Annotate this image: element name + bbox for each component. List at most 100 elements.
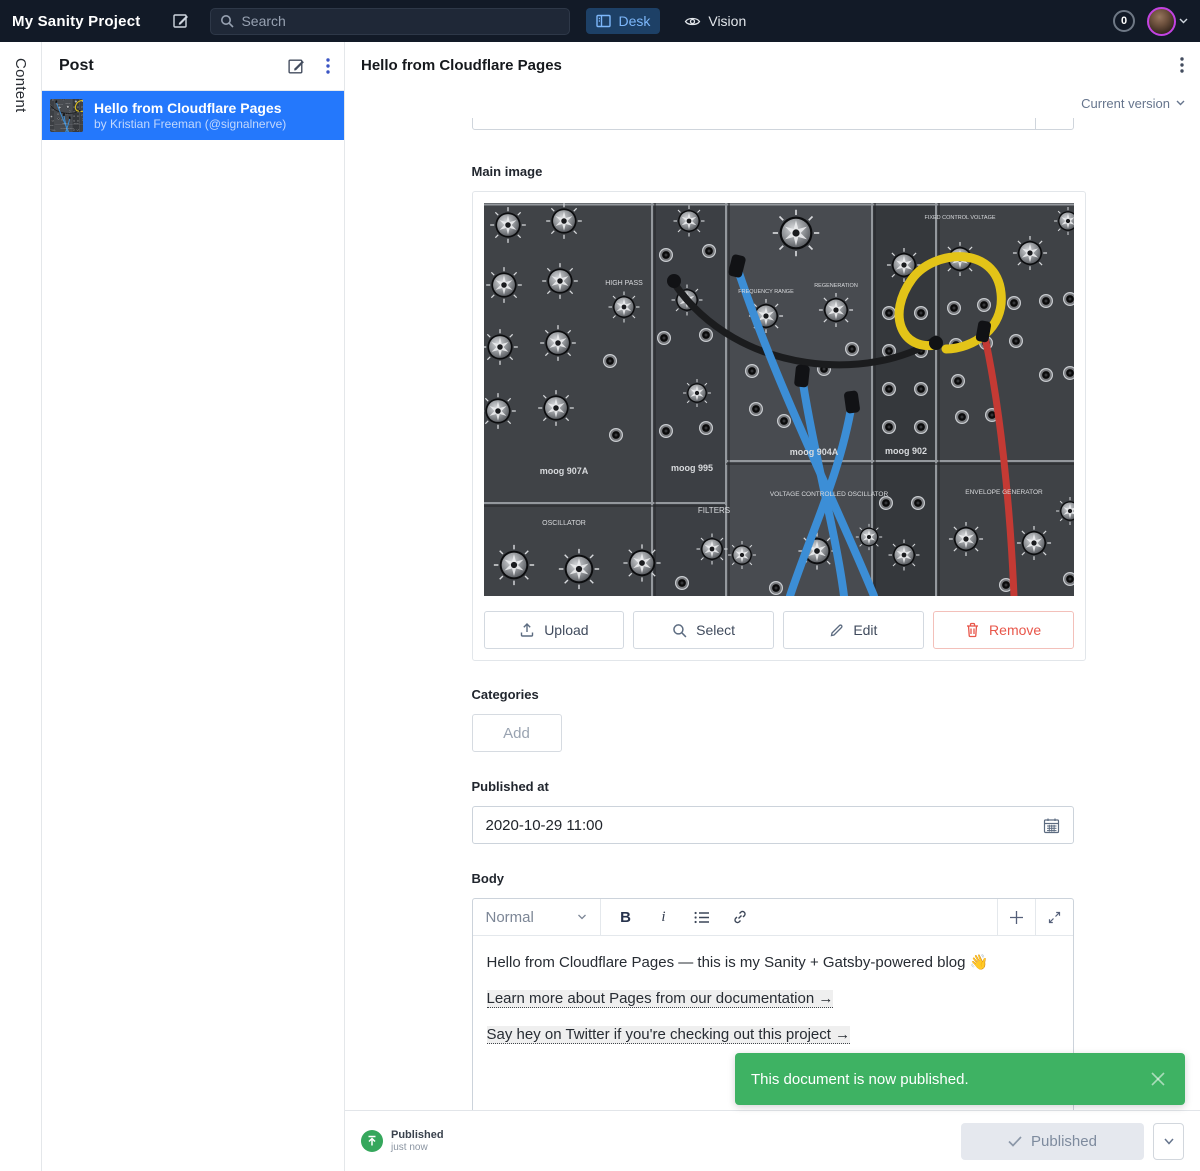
publish-actions-menu-button[interactable] [1153,1123,1184,1160]
post-list-pane: Post [42,42,345,1171]
bullet-list-button[interactable] [685,902,719,932]
plus-icon [1009,910,1024,925]
italic-button[interactable]: i [647,902,681,932]
tab-desk-label: Desk [618,13,650,29]
select-label: Select [696,622,735,638]
close-icon [1149,1070,1167,1088]
tab-vision[interactable]: Vision [674,8,756,34]
slug-field-clipped [472,118,1074,130]
link-button[interactable] [723,902,757,932]
user-menu-chevron-icon [1179,18,1188,24]
document-footer: Published just now Published [345,1110,1200,1171]
toast-message: This document is now published. [751,1071,1147,1088]
field-label: Published at [472,779,1074,794]
bold-button[interactable]: B [609,902,643,932]
publish-button[interactable]: Published [961,1123,1144,1160]
sanity-studio-app: My Sanity Project [0,0,1200,1171]
eye-icon [684,15,701,28]
post-item-subtitle: by Kristian Freeman (@signalnerve) [94,117,286,132]
post-item-title: Hello from Cloudflare Pages [94,100,286,117]
publish-toast: This document is now published. [735,1053,1185,1105]
editor-toolbar: Normal B i [473,899,1073,936]
tab-desk[interactable]: Desk [586,8,660,34]
slug-input[interactable] [472,118,1074,130]
upload-icon [519,622,535,638]
edit-label: Edit [853,622,877,638]
italic-glyph: i [661,909,665,926]
bullet-list-icon [694,911,710,924]
body-paragraph: Learn more about Pages from our document… [487,988,1059,1009]
chevron-down-icon [577,914,587,920]
published-at-input-wrap [472,806,1074,844]
remove-label: Remove [989,622,1041,638]
image-actions: Upload Select [484,611,1074,649]
document-scroll-area[interactable]: Main image Upload [345,118,1200,1110]
link-icon [732,909,748,925]
global-search[interactable] [210,8,570,35]
content-rail[interactable]: Content [0,42,42,1171]
vertical-dots-icon [1180,57,1184,73]
toast-close-button[interactable] [1147,1068,1169,1090]
vertical-dots-icon [326,58,330,74]
notifications-count: 0 [1121,15,1127,27]
tab-vision-label: Vision [708,13,746,29]
create-post-button[interactable] [287,57,306,76]
document-pane: Hello from Cloudflare Pages Current vers… [345,42,1200,1171]
field-categories: Categories Add [472,687,1074,752]
pane-title: Post [59,57,287,75]
tool-tabs: Desk Vision [586,8,756,34]
field-main-image: Main image Upload [472,164,1074,661]
expand-icon [1048,911,1061,924]
notifications-badge[interactable]: 0 [1113,10,1135,32]
body-paragraph[interactable]: Hello from Cloudflare Pages — this is my… [487,952,1059,973]
check-icon [1008,1136,1022,1147]
published-at-input[interactable] [486,817,1033,834]
post-list-item-selected[interactable]: Hello from Cloudflare Pages by Kristian … [42,91,344,140]
search-icon [220,14,234,28]
content-rail-label: Content [12,58,29,1171]
body-link[interactable]: Learn more about Pages from our document… [487,990,834,1008]
select-button[interactable]: Select [633,611,774,649]
field-label: Body [472,871,1074,886]
fullscreen-button[interactable] [1035,899,1073,935]
avatar [1147,7,1176,36]
top-navbar: My Sanity Project [0,0,1200,42]
upload-label: Upload [544,622,588,638]
document-menu-button[interactable] [1180,57,1184,73]
image-fieldset: Upload Select [472,191,1086,661]
body-paragraph: Say hey on Twitter if you're checking ou… [487,1024,1059,1045]
compose-icon [172,12,190,30]
workspace: Content Post [0,42,1200,1171]
new-document-button[interactable] [168,8,194,34]
chevron-down-icon [1176,100,1185,106]
post-thumbnail [50,99,83,132]
post-pane-header: Post [42,42,344,91]
block-style-value: Normal [486,909,534,926]
block-style-select[interactable]: Normal [473,899,601,935]
field-published-at: Published at [472,779,1074,844]
remove-button[interactable]: Remove [933,611,1074,649]
upload-button[interactable]: Upload [484,611,625,649]
bold-glyph: B [620,909,631,926]
document-header: Hello from Cloudflare Pages [345,42,1200,88]
desk-icon [596,14,611,28]
main-image-photo [484,203,1074,596]
project-title: My Sanity Project [12,13,140,30]
publish-status: Published just now [361,1129,444,1154]
add-category-button[interactable]: Add [472,714,562,752]
user-menu[interactable] [1147,7,1188,36]
status-title: Published [391,1129,444,1142]
body-link[interactable]: Say hey on Twitter if you're checking ou… [487,1026,851,1044]
status-time: just now [391,1142,444,1154]
datepicker-button[interactable] [1043,817,1060,834]
insert-block-button[interactable] [997,899,1035,935]
trash-icon [965,622,980,638]
field-label: Main image [472,164,1074,179]
version-selector[interactable]: Current version [345,88,1200,118]
search-input[interactable] [241,13,560,29]
version-label: Current version [1081,96,1170,111]
field-label: Categories [472,687,1074,702]
slug-generate-button[interactable] [1035,118,1073,129]
edit-button[interactable]: Edit [783,611,924,649]
pane-menu-button[interactable] [326,58,330,74]
